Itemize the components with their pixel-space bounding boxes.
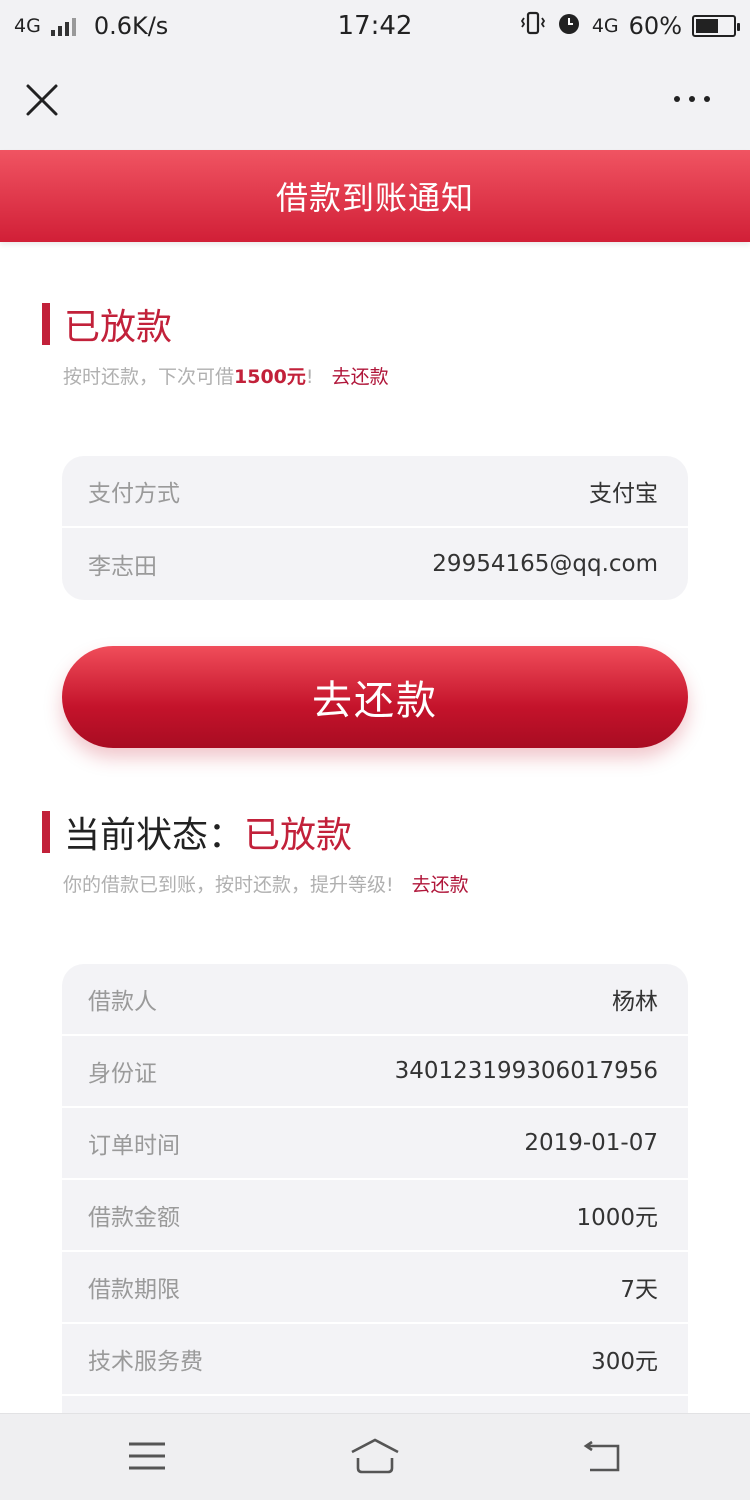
section-marker (42, 303, 50, 345)
section-heading-status: 当前状态： 已放款 (42, 806, 352, 858)
section-subtitle: 按时还款，下次可借1500元! 去还款 (63, 362, 389, 389)
battery-percent: 60% (628, 12, 682, 40)
row-label: 李志田 (88, 554, 157, 580)
more-icon[interactable] (674, 96, 710, 102)
status-value: 已放款 (244, 815, 353, 856)
row-label: 技术服务费 (88, 1349, 203, 1375)
menu-icon[interactable] (122, 1436, 172, 1476)
table-row: 身份证 340123199306017956 (62, 1036, 688, 1108)
row-label: 借款金额 (88, 1205, 180, 1231)
row-label: 借款期限 (88, 1277, 180, 1303)
repay-link[interactable]: 去还款 (332, 366, 389, 388)
section-title: 已放款 (64, 307, 173, 348)
back-icon[interactable] (580, 1436, 630, 1476)
row-label: 身份证 (88, 1061, 157, 1087)
alarm-icon (556, 10, 582, 42)
status-subtitle: 你的借款已到账，按时还款，提升等级! 去还款 (63, 870, 469, 897)
page-title: 借款到账通知 (275, 179, 474, 217)
network-speed: 0.6K/s (93, 12, 169, 40)
close-icon[interactable] (24, 82, 60, 118)
row-label: 支付方式 (88, 481, 180, 507)
row-value: 7天 (620, 1277, 658, 1303)
table-row: 借款人 杨林 (62, 964, 688, 1036)
network-label: 4G (14, 15, 41, 37)
signal-icon (50, 16, 76, 36)
row-value: 2019-01-07 (524, 1130, 658, 1156)
system-nav-bar (0, 1413, 750, 1500)
home-icon[interactable] (350, 1436, 400, 1476)
status-left: 4G 0.6K/s (14, 12, 168, 40)
vibrate-icon (520, 10, 546, 42)
row-value: 29954165@qq.com (432, 551, 658, 577)
row-label: 订单时间 (88, 1133, 180, 1159)
loan-detail-card: 借款人 杨林 身份证 340123199306017956 订单时间 2019-… (62, 964, 688, 1436)
next-loan-amount: 1500元 (234, 366, 306, 388)
network-right-label: 4G (591, 15, 619, 37)
subtitle-suffix: ! (305, 366, 314, 388)
subtitle-text: 你的借款已到账，按时还款，提升等级! (63, 874, 394, 896)
page-banner: 借款到账通知 (0, 150, 750, 242)
row-value: 1000元 (576, 1205, 658, 1231)
nav-bar (0, 52, 750, 150)
payment-method-row: 支付方式 支付宝 (62, 456, 688, 528)
row-label: 借款人 (88, 989, 157, 1015)
payment-card: 支付方式 支付宝 李志田 29954165@qq.com (62, 456, 688, 600)
repay-link[interactable]: 去还款 (412, 874, 469, 896)
table-row: 技术服务费 300元 (62, 1324, 688, 1396)
table-row: 借款金额 1000元 (62, 1180, 688, 1252)
status-label: 当前状态： (64, 815, 245, 856)
repay-button[interactable]: 去还款 (62, 646, 688, 748)
table-row: 订单时间 2019-01-07 (62, 1108, 688, 1180)
status-bar: 4G 0.6K/s 17:42 4G 60% (0, 0, 750, 52)
row-value: 340123199306017956 (394, 1058, 658, 1084)
battery-icon (692, 15, 740, 37)
section-heading-disbursed: 已放款 (42, 298, 172, 350)
status-right: 4G 60% (520, 10, 740, 42)
payment-account-row: 李志田 29954165@qq.com (62, 528, 688, 600)
row-value: 支付宝 (589, 481, 658, 507)
battery-level (696, 19, 718, 33)
subtitle-text: 按时还款，下次可借 (63, 366, 235, 388)
table-row: 借款期限 7天 (62, 1252, 688, 1324)
row-value: 300元 (591, 1349, 658, 1375)
section-marker (42, 811, 50, 853)
row-value: 杨林 (612, 989, 658, 1015)
